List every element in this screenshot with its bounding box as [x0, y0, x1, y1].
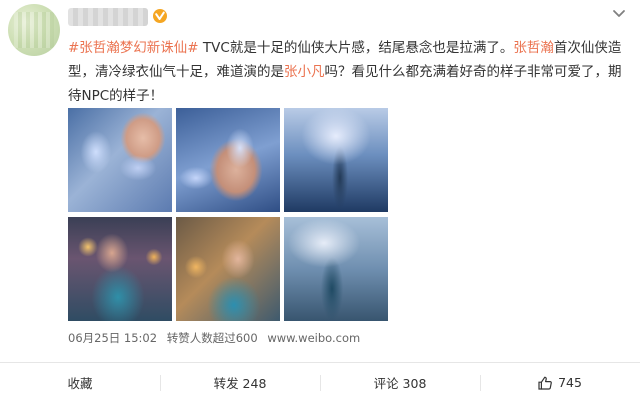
- post-image[interactable]: [284, 108, 388, 212]
- person-link[interactable]: 张哲瀚: [513, 40, 554, 56]
- username-blurred[interactable]: [68, 8, 148, 26]
- avatar[interactable]: [8, 4, 60, 56]
- photo-grid: [68, 108, 388, 321]
- comment-label: 评论 308: [373, 376, 427, 391]
- post-image[interactable]: [68, 108, 172, 212]
- post-image[interactable]: [176, 217, 280, 321]
- action-bar: 收藏 转发 248 评论 308 745: [0, 363, 640, 402]
- comment-button[interactable]: 评论 308: [320, 363, 480, 402]
- post-domain: www.weibo.com: [267, 331, 361, 345]
- verified-badge-icon: [153, 9, 167, 23]
- like-count: 745: [558, 375, 582, 390]
- post-image[interactable]: [284, 217, 388, 321]
- post-text-segment: TVC就是十足的仙侠大片感，结尾悬念也是拉满了。: [198, 40, 514, 56]
- post-image[interactable]: [176, 108, 280, 212]
- thumbs-up-icon: [538, 376, 552, 390]
- weibo-post-card: #张哲瀚梦幻新诛仙# TVC就是十足的仙侠大片感，结尾悬念也是拉满了。张哲瀚首次…: [0, 0, 640, 402]
- chevron-down-icon[interactable]: [612, 8, 626, 18]
- repost-button[interactable]: 转发 248: [160, 363, 320, 402]
- post-repost-likes: 转赞人数超过600: [166, 331, 258, 345]
- repost-label: 转发 248: [213, 376, 267, 391]
- post-image[interactable]: [68, 217, 172, 321]
- post-meta: 06月25日 15:02 转赞人数超过600 www.weibo.com: [68, 330, 366, 346]
- post-date[interactable]: 06月25日 15:02: [68, 331, 157, 345]
- post-text: #张哲瀚梦幻新诛仙# TVC就是十足的仙侠大片感，结尾悬念也是拉满了。张哲瀚首次…: [68, 36, 628, 108]
- collect-button[interactable]: 收藏: [0, 363, 160, 402]
- collect-label: 收藏: [67, 376, 93, 391]
- like-button[interactable]: 745: [480, 363, 640, 402]
- post-tag-link[interactable]: #张哲瀚梦幻新诛仙#: [68, 40, 199, 56]
- person-link[interactable]: 张小凡: [284, 64, 325, 80]
